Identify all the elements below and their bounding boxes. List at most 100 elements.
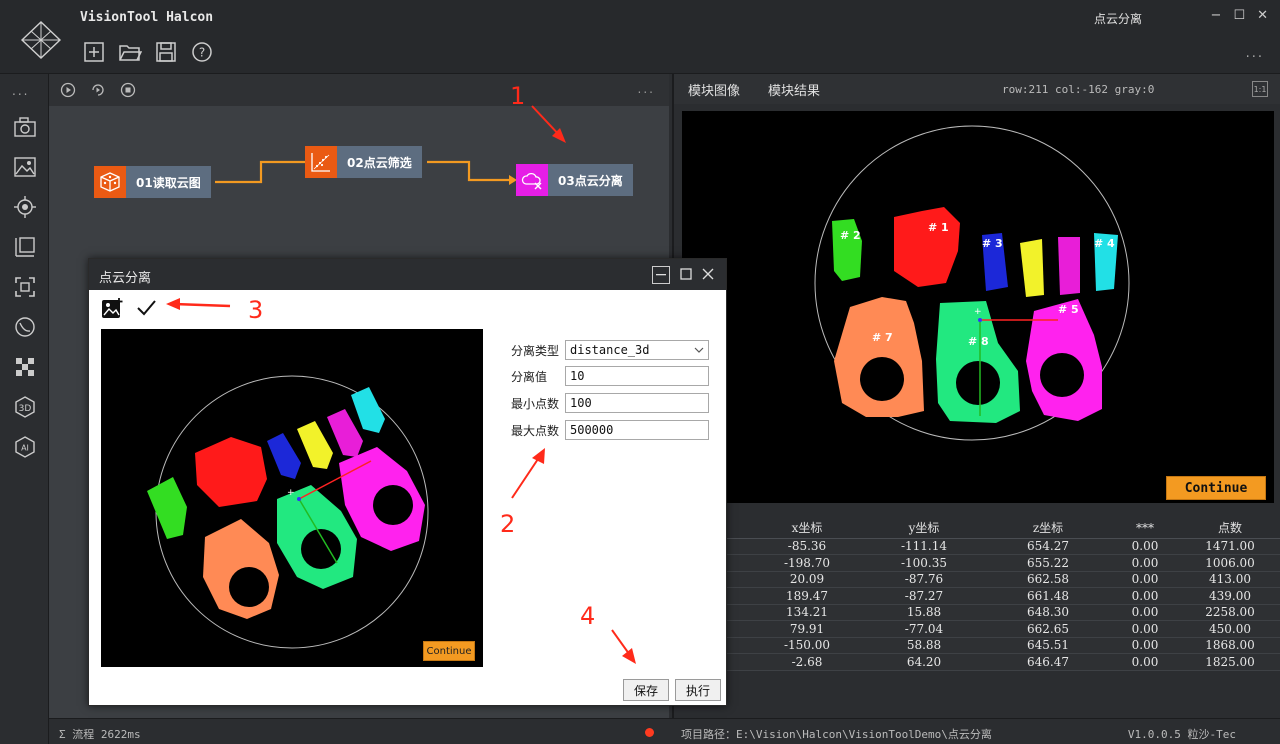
dialog-continue-button[interactable]: Continue	[423, 641, 475, 661]
table-cell: 662.65	[986, 620, 1110, 638]
select-value: distance_3d	[570, 343, 650, 357]
table-cell: -198.70	[752, 554, 862, 572]
table-row[interactable]: -150.00 58.88 645.51 0.00 1868.00	[672, 637, 1280, 654]
label-2: # 2	[840, 229, 861, 242]
confirm-check-icon[interactable]	[133, 295, 159, 321]
table-cell: 0.00	[1110, 587, 1180, 605]
table-cell: -111.14	[862, 538, 986, 555]
more-menu[interactable]: ...	[1246, 46, 1264, 61]
table-row[interactable]: -85.36 -111.14 654.27 0.00 1471.00	[672, 538, 1280, 555]
status-flow-time: Σ 流程 2622ms	[59, 728, 141, 741]
table-cell: 189.47	[752, 587, 862, 605]
table-row[interactable]: 79.91 -77.04 662.65 0.00 450.00	[672, 620, 1280, 638]
maximize-button[interactable]: ☐	[1233, 8, 1245, 23]
col-stars: ***	[1110, 518, 1180, 539]
camera-icon[interactable]	[12, 114, 38, 140]
svg-text:AI: AI	[21, 444, 29, 453]
table-row[interactable]: 20.09 -87.76 662.58 0.00 413.00	[672, 571, 1280, 588]
dialog-maximize-button[interactable]	[680, 265, 692, 284]
close-button[interactable]: ✕	[1257, 8, 1268, 23]
separate-type-select[interactable]: distance_3d	[565, 340, 709, 360]
node-label: 01读取云图	[136, 175, 201, 190]
table-row[interactable]: 189.47 -87.27 661.48 0.00 439.00	[672, 587, 1280, 605]
label-5: # 5	[1058, 303, 1079, 316]
col-x: x坐标	[752, 518, 862, 539]
label-8: # 8	[968, 335, 989, 348]
result-tabs: 模块图像 模块结果 row:211 col:-162 gray:0 1:1	[674, 74, 1280, 104]
label-1: # 1	[928, 221, 949, 234]
checker-icon[interactable]	[12, 354, 38, 380]
table-cell: 58.88	[862, 637, 986, 654]
3d-icon[interactable]: 3D	[12, 394, 38, 420]
tab-module-image[interactable]: 模块图像	[688, 80, 740, 99]
max-points-input[interactable]: 500000	[565, 420, 709, 440]
table-cell: 0.00	[1110, 571, 1180, 588]
table-cell: 0.00	[1110, 554, 1180, 572]
annotation-1: 1	[510, 82, 526, 110]
sidebar-more[interactable]: ...	[12, 84, 29, 98]
tab-module-result[interactable]: 模块结果	[768, 80, 820, 99]
table-cell: 0.00	[1110, 637, 1180, 654]
table-cell: 439.00	[1180, 587, 1280, 605]
module-image-view[interactable]: + # 1 # 2 # 3 # 4 # 5 # 7 # 8	[682, 111, 1274, 503]
table-row[interactable]: 134.21 15.88 648.30 0.00 2258.00	[672, 604, 1280, 621]
node-label: 03点云分离	[558, 173, 623, 188]
save-icon[interactable]	[154, 40, 178, 64]
table-row[interactable]: -2.68 64.20 646.47 0.00 1825.00	[672, 653, 1280, 671]
table-cell: 0.00	[1110, 604, 1180, 621]
title-bar: VisionTool Halcon ? 点云分离 − ☐ ✕ ...	[0, 0, 1280, 74]
dialog-close-button[interactable]	[702, 265, 714, 284]
table-row[interactable]: -198.70 -100.35 655.22 0.00 1006.00	[672, 554, 1280, 572]
new-file-icon[interactable]	[82, 40, 106, 64]
table-cell: 0.00	[1110, 538, 1180, 555]
add-image-icon[interactable]	[99, 295, 125, 321]
param-max-points: 最大点数 500000	[511, 419, 709, 441]
scatter-chart-icon	[305, 146, 337, 178]
flow-node-read-cloud[interactable]: 01读取云图	[94, 166, 211, 198]
dialog-image-view[interactable]: +	[101, 329, 483, 667]
app-logo-icon	[20, 21, 62, 59]
param-label: 分离值	[511, 369, 548, 384]
dialog-minimize-button[interactable]	[652, 265, 670, 284]
cloud-separate-icon	[516, 164, 548, 196]
status-bar: Σ 流程 2622ms 项目路径：E:\Vision\Halcon\Vision…	[49, 718, 1280, 744]
open-folder-icon[interactable]	[118, 40, 142, 64]
label-7: # 7	[872, 331, 893, 344]
save-button[interactable]: 保存	[623, 679, 669, 701]
min-points-input[interactable]: 100	[565, 393, 709, 413]
help-icon[interactable]: ?	[190, 40, 214, 64]
continue-button[interactable]: Continue	[1166, 476, 1266, 500]
param-label: 分离类型	[511, 343, 560, 358]
node-label: 02点云筛选	[347, 155, 412, 170]
window-title: 点云分离	[1094, 12, 1143, 26]
separate-value-input[interactable]: 10	[565, 366, 709, 386]
table-cell: 662.58	[986, 571, 1110, 588]
ai-icon[interactable]: AI	[12, 434, 38, 460]
svg-text:+: +	[287, 488, 295, 498]
param-label: 最小点数	[511, 396, 560, 411]
focus-frame-icon[interactable]	[12, 274, 38, 300]
pixel-readout: row:211 col:-162 gray:0	[1002, 83, 1155, 96]
status-version: V1.0.0.5 粒沙-Tec	[1127, 728, 1236, 741]
sidebar: ... 3D AI	[0, 74, 49, 744]
label-3: # 3	[982, 237, 1003, 250]
table-cell: -87.76	[862, 571, 986, 588]
image-process-icon[interactable]	[12, 154, 38, 180]
flow-node-separate-cloud[interactable]: 03点云分离	[516, 164, 633, 196]
locate-icon[interactable]	[12, 194, 38, 220]
table-cell: 654.27	[986, 538, 1110, 555]
table-cell: 134.21	[752, 604, 862, 621]
measure-icon[interactable]	[12, 234, 38, 260]
annotation-2: 2	[500, 510, 516, 538]
curve-icon[interactable]	[12, 314, 38, 340]
main-toolbar: ?	[82, 40, 214, 66]
ratio-button[interactable]: 1:1	[1252, 81, 1268, 97]
run-button[interactable]: 执行	[675, 679, 721, 701]
point-cloud-image: + # 1 # 2 # 3 # 4 # 5 # 7 # 8	[814, 125, 1130, 441]
table-cell: 1471.00	[1180, 538, 1280, 555]
dialog-window-controls	[652, 265, 714, 284]
minimize-icon	[656, 273, 666, 275]
flow-node-filter-cloud[interactable]: 02点云筛选	[305, 146, 422, 178]
param-label: 最大点数	[511, 423, 560, 438]
minimize-button[interactable]: −	[1211, 8, 1222, 23]
